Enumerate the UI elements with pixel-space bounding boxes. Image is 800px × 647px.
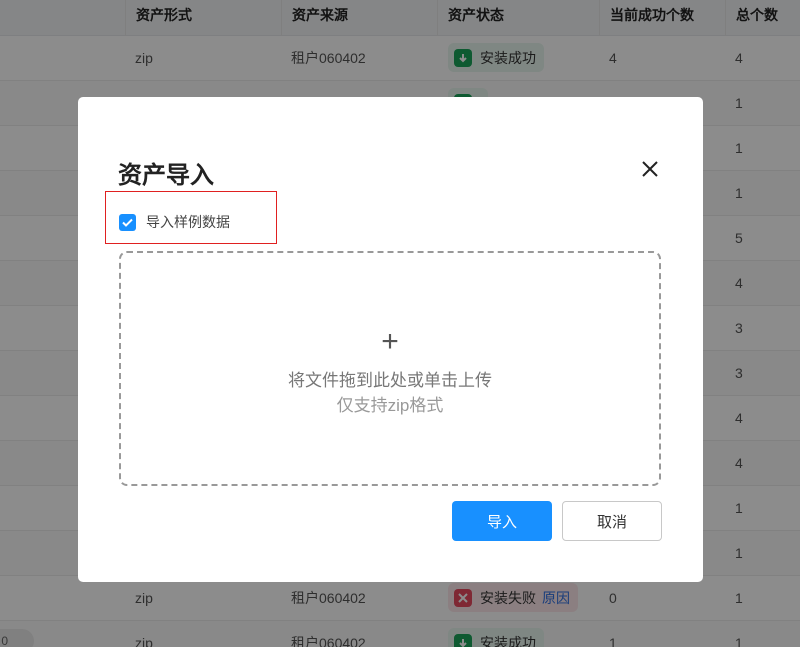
- close-icon[interactable]: [640, 159, 660, 179]
- dialog-title: 资产导入: [118, 162, 214, 189]
- import-button[interactable]: 导入: [452, 501, 552, 541]
- plus-icon: +: [381, 325, 399, 358]
- checkbox-checked-icon[interactable]: [119, 213, 136, 231]
- checkbox-label: 导入样例数据: [146, 214, 230, 230]
- cancel-button[interactable]: 取消: [562, 501, 662, 541]
- import-sample-checkbox[interactable]: 导入样例数据: [119, 212, 230, 232]
- upload-hint: 将文件拖到此处或单击上传: [288, 371, 492, 390]
- asset-import-dialog: 资产导入 导入样例数据 + 将文件拖到此处或单击上传 仅支持zip格式 导入 取…: [78, 97, 703, 582]
- upload-format-hint: 仅支持zip格式: [336, 396, 444, 415]
- upload-dropzone[interactable]: + 将文件拖到此处或单击上传 仅支持zip格式: [119, 251, 661, 486]
